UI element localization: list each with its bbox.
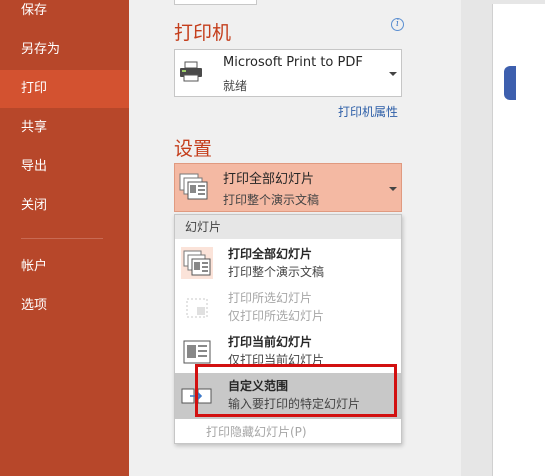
backstage-sidebar: 保存 另存为 打印 共享 导出 关闭 帐户 选项 — [0, 0, 129, 476]
selected-option-title: 打印全部幻灯片 — [223, 172, 315, 187]
print-preview-pane — [461, 0, 545, 476]
nav-item-export[interactable]: 导出 — [0, 148, 129, 186]
nav-label: 保存 — [21, 3, 48, 18]
printer-name: Microsoft Print to PDF — [223, 55, 363, 70]
nav-label: 另存为 — [21, 42, 61, 57]
settings-section-title: 设置 — [174, 138, 213, 160]
nav-item-close[interactable]: 关闭 — [0, 187, 129, 225]
nav-item-options[interactable]: 选项 — [0, 287, 129, 325]
nav-label: 帐户 — [21, 259, 48, 274]
selected-slides-icon — [186, 298, 208, 318]
nav-label: 选项 — [21, 298, 48, 313]
printer-section-title: 打印机 — [174, 22, 232, 44]
option-print-all-slides[interactable]: 打印全部幻灯片 打印整个演示文稿 — [175, 241, 401, 285]
nav-item-save[interactable]: 保存 — [0, 0, 129, 30]
printer-select[interactable]: Microsoft Print to PDF 就绪 — [174, 49, 402, 97]
dropdown-header: 幻灯片 — [175, 215, 401, 239]
all-slides-icon — [179, 173, 208, 200]
preview-page — [492, 4, 545, 476]
nav-item-save-as[interactable]: 另存为 — [0, 31, 129, 69]
nav-item-account[interactable]: 帐户 — [0, 248, 129, 286]
slides-range-select[interactable]: 打印全部幻灯片 打印整个演示文稿 — [174, 163, 402, 212]
nav-label: 打印 — [21, 81, 48, 96]
nav-label: 关闭 — [21, 198, 48, 213]
option-subtitle: 仅打印所选幻灯片 — [228, 309, 325, 323]
copies-box-edge — [174, 0, 257, 5]
printer-properties-link[interactable]: 打印机属性 — [338, 103, 398, 120]
nav-item-share[interactable]: 共享 — [0, 109, 129, 147]
chevron-down-icon — [389, 72, 397, 76]
current-slide-icon — [183, 340, 211, 364]
all-slides-icon — [181, 247, 213, 279]
printer-icon — [180, 61, 202, 82]
chevron-down-icon — [389, 187, 397, 191]
nav-item-print[interactable]: 打印 — [0, 70, 129, 108]
selected-option-subtitle: 打印整个演示文稿 — [223, 193, 320, 207]
info-icon[interactable]: i — [391, 18, 404, 31]
option-title: 打印所选幻灯片 — [228, 291, 313, 305]
nav-label: 共享 — [21, 120, 48, 135]
option-title: 打印全部幻灯片 — [228, 247, 313, 261]
option-print-selected-slides: 打印所选幻灯片 仅打印所选幻灯片 — [175, 285, 401, 329]
annotation-highlight-box — [195, 364, 397, 417]
preview-slide-shape — [504, 66, 516, 100]
nav-divider — [21, 238, 103, 239]
nav-label: 导出 — [21, 159, 48, 174]
option-title: 打印当前幻灯片 — [228, 335, 313, 349]
option-subtitle: 打印整个演示文稿 — [228, 265, 325, 279]
print-hidden-slides-toggle: 打印隐藏幻灯片(P) — [206, 425, 307, 439]
printer-status: 就绪 — [223, 79, 248, 93]
